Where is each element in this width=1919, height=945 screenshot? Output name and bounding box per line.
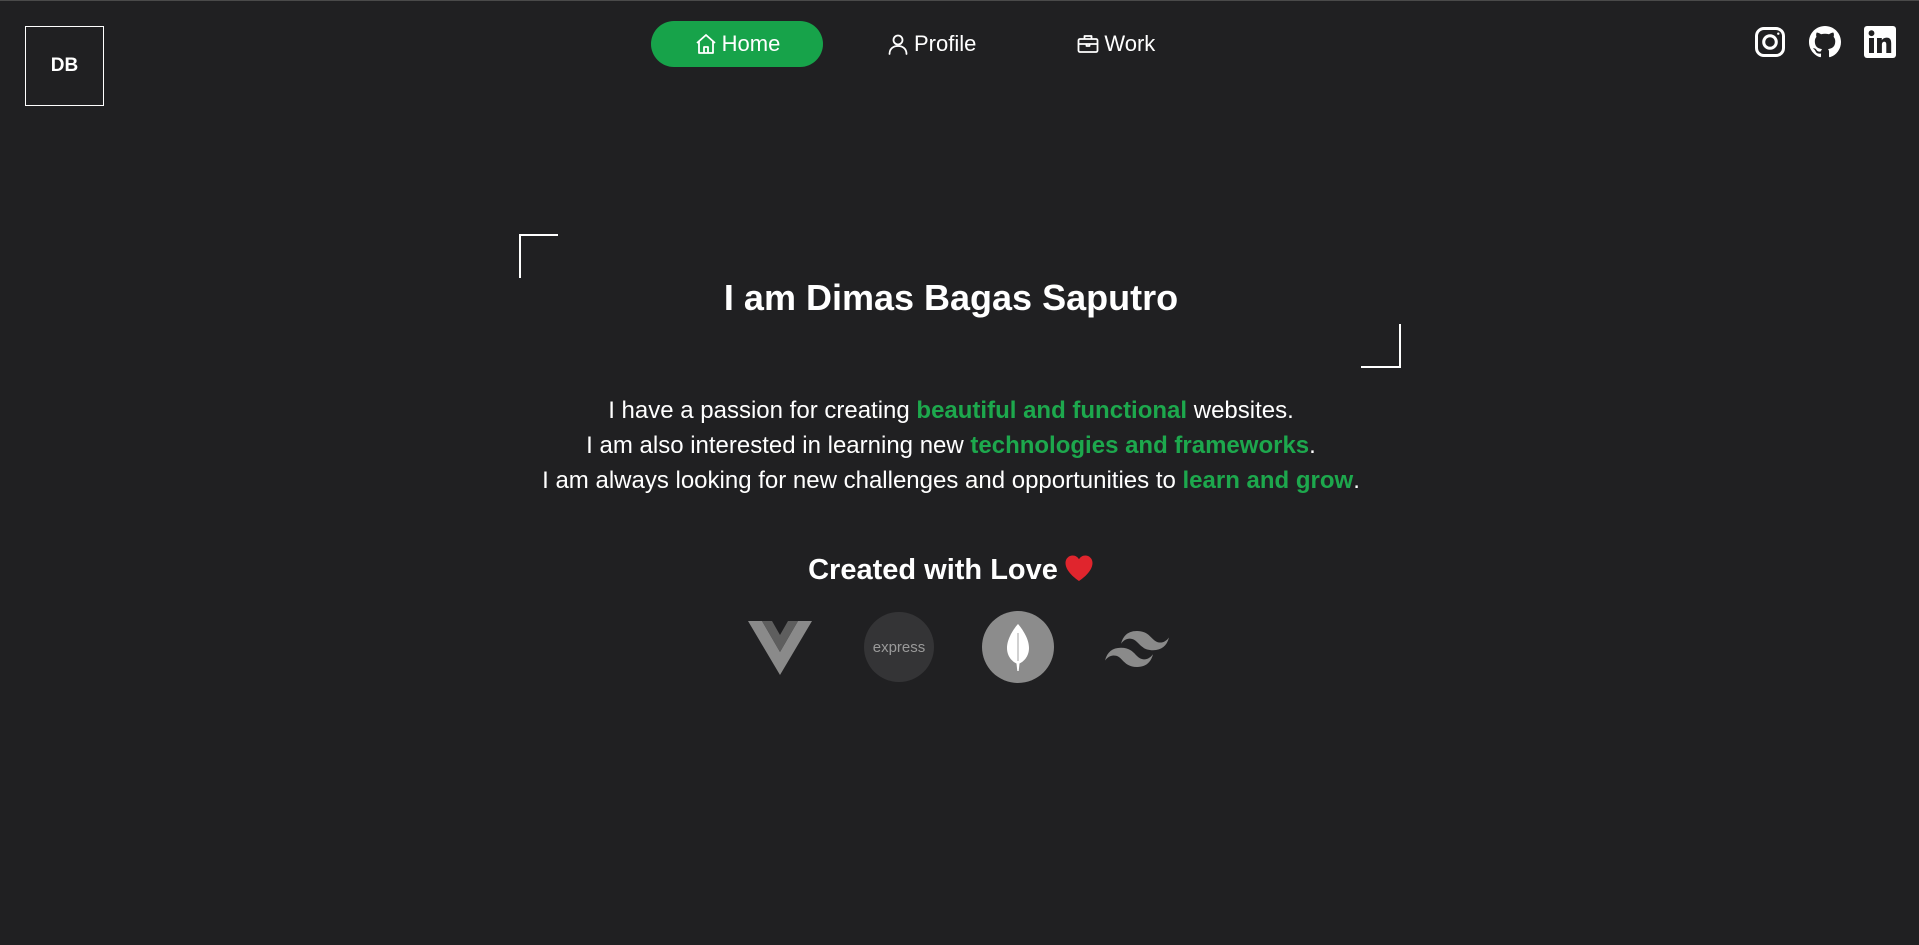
intro-line: I am always looking for new challenges a… [542, 467, 1360, 494]
express-logo: express [863, 611, 935, 683]
linkedin-link[interactable] [1864, 26, 1896, 58]
hero-title: I am Dimas Bagas Saputro [723, 277, 1179, 318]
page: DB Home Profile Work I am Dimas Bagas Sa… [0, 0, 1919, 945]
intro-highlight: beautiful and functional [916, 397, 1188, 424]
intro-line: I am also interested in learning new tec… [586, 432, 1316, 459]
nav-profile-label: Profile [914, 31, 977, 56]
nav-work-label: Work [1104, 31, 1156, 56]
intro-highlight: technologies and frameworks [970, 432, 1310, 459]
intro-line: I have a passion for creating beautiful … [608, 397, 1294, 424]
express-text: express [873, 639, 926, 656]
created-with-love: Created with Love [0, 554, 1902, 590]
intro-highlight: learn and grow [1182, 467, 1354, 494]
social-links [1731, 26, 1896, 58]
tech-stack: express [744, 611, 1220, 683]
main-nav: Home Profile Work [651, 21, 1155, 67]
logo-text: DB [50, 55, 79, 76]
tailwind-logo [1101, 611, 1173, 683]
corner-bracket-bottom-right [1361, 324, 1401, 368]
mongodb-logo [982, 611, 1054, 683]
vue-icon [748, 619, 812, 675]
vue-logo [744, 611, 816, 683]
heart-icon [1064, 554, 1094, 590]
instagram-link[interactable] [1754, 26, 1786, 58]
nav-home-link[interactable]: Home [651, 21, 823, 67]
mongodb-icon [982, 611, 1054, 683]
instagram-icon [1754, 26, 1786, 58]
briefcase-icon [1076, 32, 1100, 56]
nav-profile-link[interactable]: Profile [886, 21, 976, 67]
github-icon [1809, 26, 1841, 58]
user-icon [886, 32, 910, 56]
home-icon [694, 32, 718, 56]
github-link[interactable] [1809, 26, 1841, 58]
nav-work-link[interactable]: Work [1076, 21, 1155, 67]
linkedin-icon [1864, 26, 1896, 58]
intro-paragraph: I have a passion for creating beautiful … [0, 393, 1902, 498]
nav-home-label: Home [721, 31, 781, 56]
logo[interactable]: DB [25, 26, 104, 106]
corner-bracket-top-left [519, 234, 558, 278]
created-text: Created with Love [808, 554, 1058, 586]
tailwind-icon [1105, 627, 1169, 667]
